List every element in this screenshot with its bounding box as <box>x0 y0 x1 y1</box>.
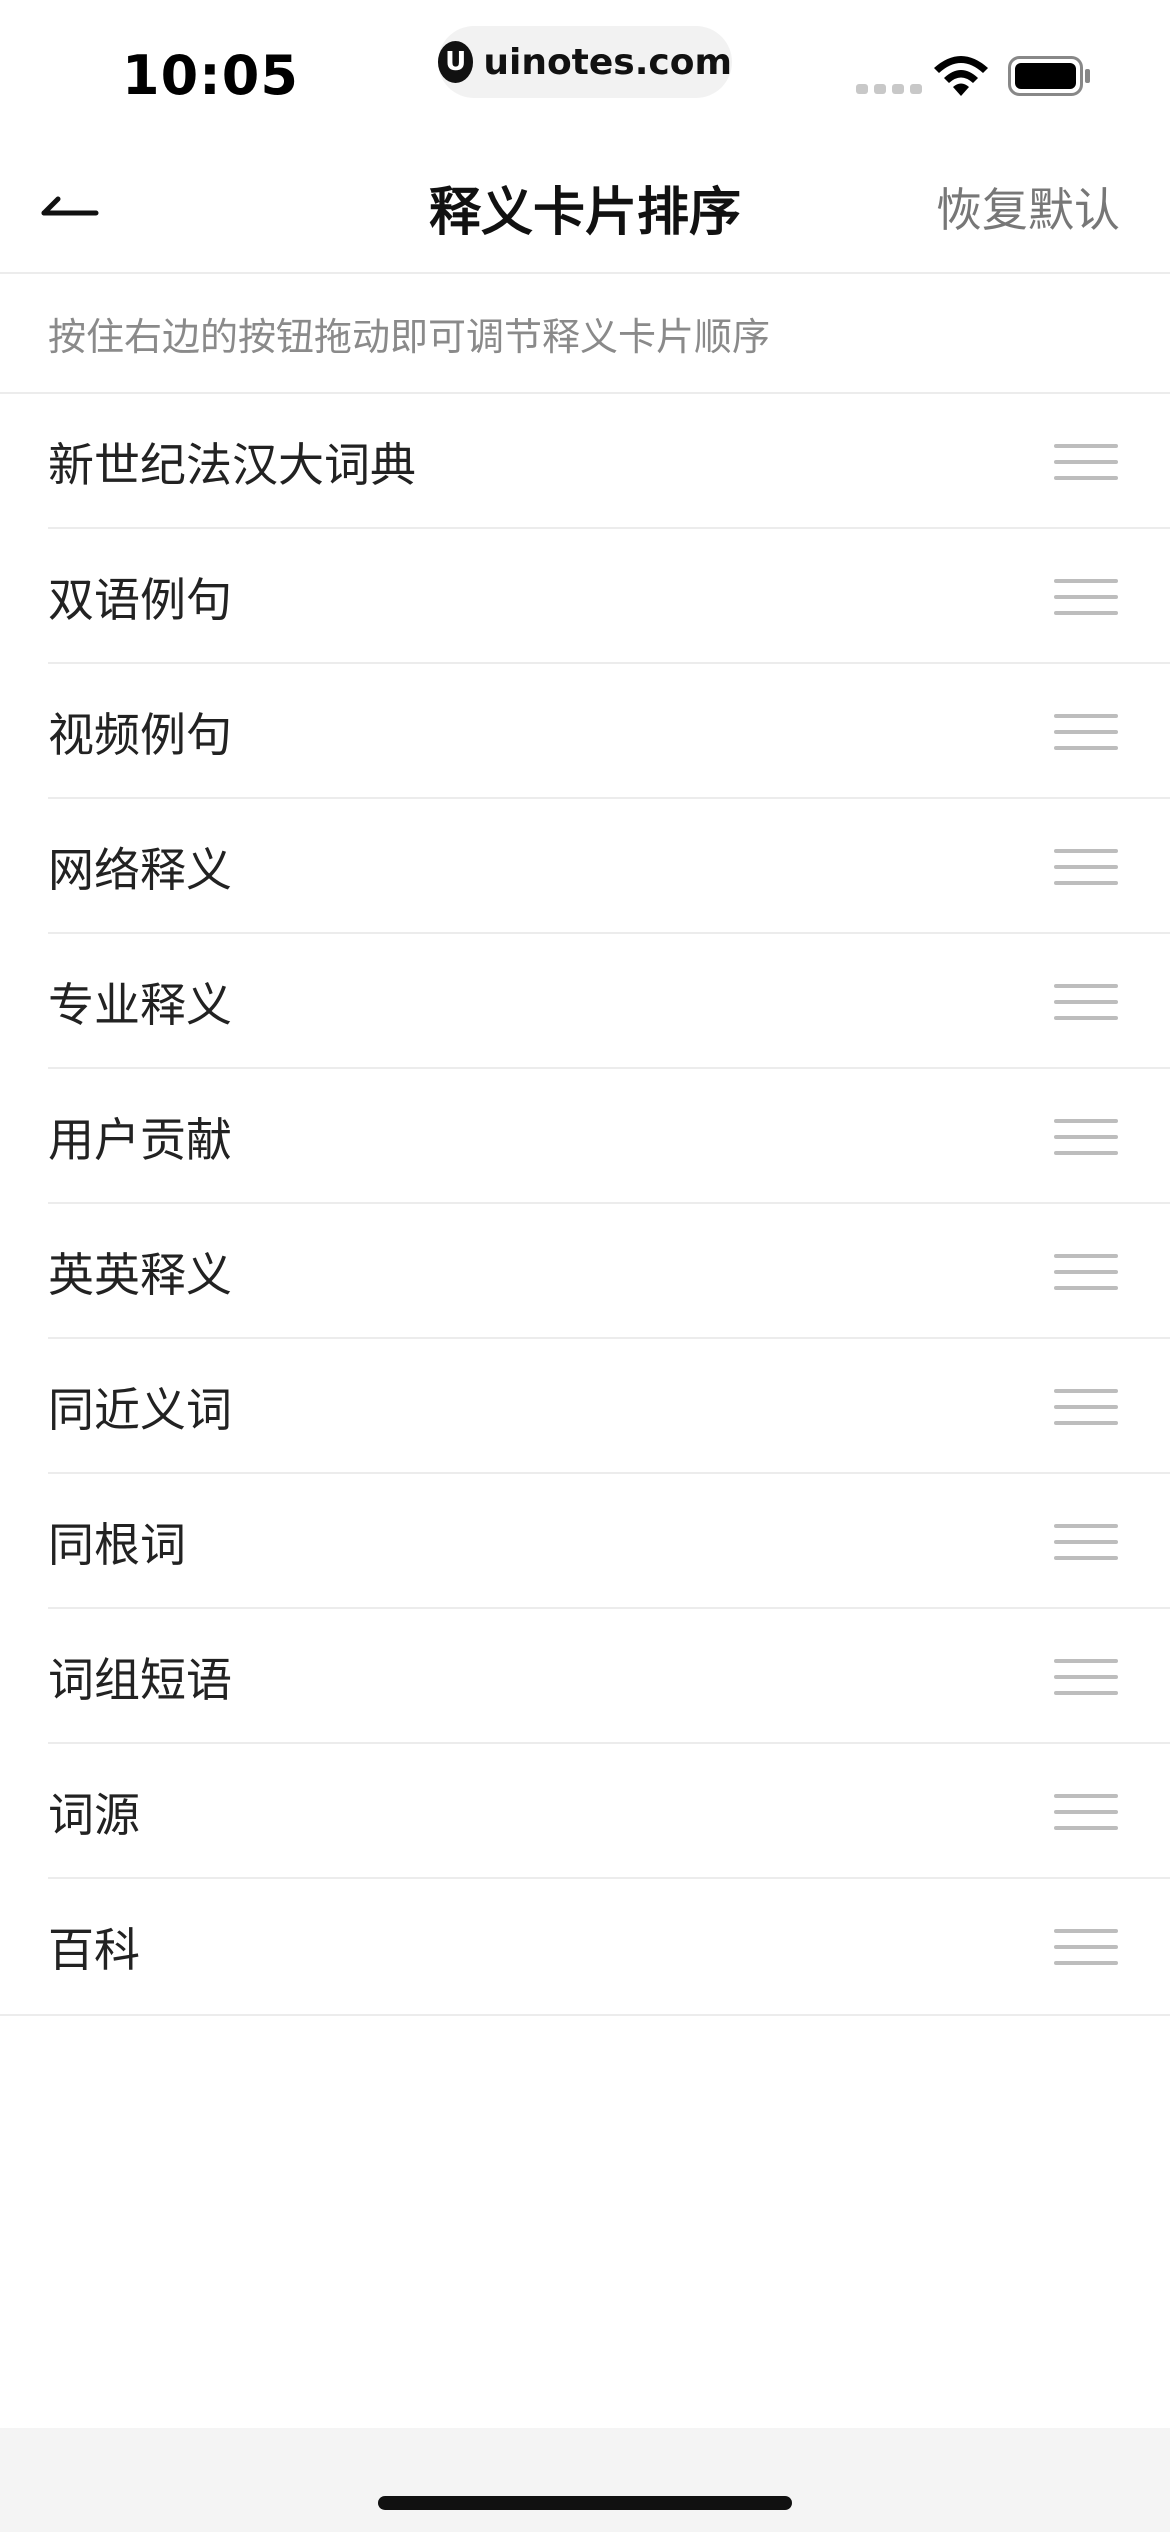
watermark-logo-icon: U <box>438 41 474 83</box>
card-order-list: 新世纪法汉大词典 双语例句 视频例句 网络释义 专业释义 用户贡献 英英释义 同… <box>0 394 1170 2016</box>
drag-handle-icon[interactable] <box>1054 1793 1118 1830</box>
watermark-text: uinotes.com <box>483 41 732 83</box>
drag-handle-icon[interactable] <box>1054 578 1118 615</box>
home-indicator[interactable] <box>378 2496 792 2510</box>
list-item[interactable]: 用户贡献 <box>0 1069 1170 1204</box>
drag-handle-icon[interactable] <box>1054 1658 1118 1695</box>
list-item-label: 用户贡献 <box>48 1112 232 1167</box>
drag-handle-icon[interactable] <box>1054 713 1118 750</box>
list-item[interactable]: 视频例句 <box>0 664 1170 799</box>
drag-handle-icon[interactable] <box>1054 1388 1118 1425</box>
list-item-label: 专业释义 <box>48 977 232 1032</box>
wifi-icon <box>934 56 988 96</box>
drag-handle-icon[interactable] <box>1054 983 1118 1020</box>
drag-handle-icon[interactable] <box>1054 1118 1118 1155</box>
list-item[interactable]: 词组短语 <box>0 1609 1170 1744</box>
back-button[interactable] <box>30 166 110 246</box>
drag-handle-icon[interactable] <box>1054 1523 1118 1560</box>
drag-handle-icon[interactable] <box>1054 443 1118 480</box>
status-bar: 10:05 U uinotes.com <box>0 0 1170 140</box>
list-item[interactable]: 专业释义 <box>0 934 1170 1069</box>
battery-icon <box>1008 56 1090 96</box>
list-item[interactable]: 网络释义 <box>0 799 1170 934</box>
list-item-label: 词源 <box>48 1787 140 1842</box>
nav-bar: 释义卡片排序 恢复默认 <box>0 140 1170 274</box>
drag-handle-icon[interactable] <box>1054 1253 1118 1290</box>
watermark-pill: U uinotes.com <box>438 26 732 98</box>
drag-handle-icon[interactable] <box>1054 1928 1118 1965</box>
bottom-safe-area <box>0 2428 1170 2532</box>
back-arrow-icon <box>41 196 99 216</box>
list-item[interactable]: 百科 <box>0 1879 1170 2014</box>
status-time: 10:05 <box>122 44 299 107</box>
list-item-label: 英英释义 <box>48 1247 232 1302</box>
list-item[interactable]: 英英释义 <box>0 1204 1170 1339</box>
list-item-label: 同近义词 <box>48 1382 232 1437</box>
list-item[interactable]: 新世纪法汉大词典 <box>0 394 1170 529</box>
list-item-label: 词组短语 <box>48 1652 232 1707</box>
signal-icon <box>856 84 922 94</box>
list-item-label: 网络释义 <box>48 842 232 897</box>
list-item-label: 同根词 <box>48 1517 186 1572</box>
list-item[interactable]: 词源 <box>0 1744 1170 1879</box>
list-item-label: 新世纪法汉大词典 <box>48 437 416 492</box>
list-item-label: 百科 <box>48 1922 140 1977</box>
list-item[interactable]: 同根词 <box>0 1474 1170 1609</box>
list-item[interactable]: 同近义词 <box>0 1339 1170 1474</box>
list-item-label: 视频例句 <box>48 707 232 762</box>
drag-handle-icon[interactable] <box>1054 848 1118 885</box>
reset-default-button[interactable]: 恢复默认 <box>936 140 1120 274</box>
list-item-label: 双语例句 <box>48 572 232 627</box>
list-item[interactable]: 双语例句 <box>0 529 1170 664</box>
sort-hint: 按住右边的按钮拖动即可调节释义卡片顺序 <box>0 274 1170 394</box>
